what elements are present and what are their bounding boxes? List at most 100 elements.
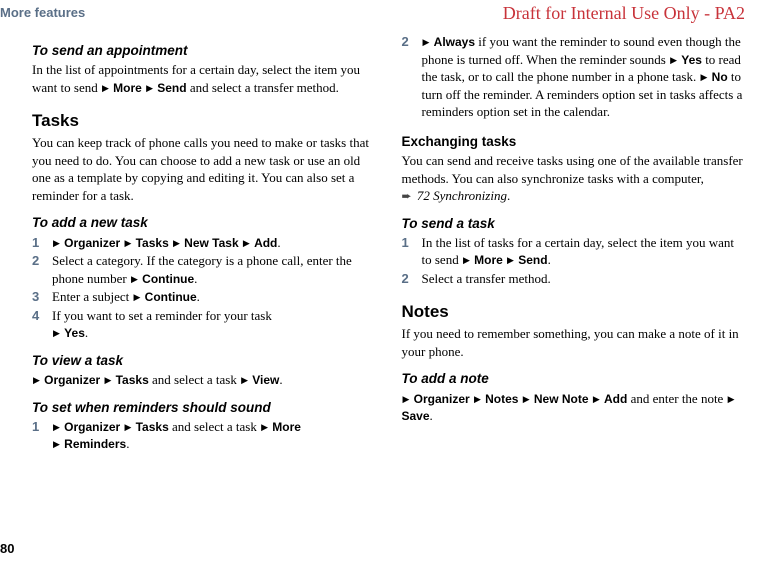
step-row: 4 If you want to set a reminder for your… (32, 307, 376, 342)
menu-new-note: New Note (534, 392, 589, 406)
menu-arrow-icon: ▶ (727, 394, 736, 404)
step-number: 2 (402, 270, 422, 288)
menu-arrow-icon: ▶ (32, 375, 41, 385)
heading-add-new-task: To add a new task (32, 214, 376, 232)
menu-yes: Yes (681, 53, 702, 67)
menu-arrow-icon: ▶ (101, 83, 110, 93)
xref-arrow-icon: ➨ (402, 189, 412, 203)
step-row: 1 In the list of tasks for a certain day… (402, 234, 746, 269)
menu-arrow-icon: ▶ (52, 328, 61, 338)
menu-arrow-icon: ▶ (260, 422, 269, 432)
para-view-task: ▶ Organizer ▶ Tasks and select a task ▶ … (32, 371, 376, 389)
menu-continue: Continue (142, 272, 194, 286)
menu-more: More (113, 81, 142, 95)
heading-add-note: To add a note (402, 370, 746, 388)
menu-arrow-icon: ▶ (473, 394, 482, 404)
section-header: More features (0, 4, 85, 22)
menu-arrow-icon: ▶ (145, 83, 154, 93)
para-tasks: You can keep track of phone calls you ne… (32, 134, 376, 204)
menu-arrow-icon: ▶ (103, 375, 112, 385)
menu-arrow-icon: ▶ (522, 394, 531, 404)
xref-text: 72 Synchronizing (417, 188, 507, 203)
heading-notes: Notes (402, 301, 746, 324)
menu-no: No (712, 70, 728, 84)
heading-send-appointment: To send an appointment (32, 42, 376, 60)
step-row: 1 ▶ Organizer ▶ Tasks and select a task … (32, 418, 376, 453)
menu-send: Send (157, 81, 186, 95)
heading-send-task: To send a task (402, 215, 746, 233)
menu-organizer: Organizer (64, 420, 120, 434)
menu-add: Add (604, 392, 627, 406)
para-notes: If you need to remember something, you c… (402, 325, 746, 360)
para-exchanging: You can send and receive tasks using one… (402, 152, 746, 187)
menu-arrow-icon: ▶ (133, 292, 142, 302)
step-body: Select a transfer method. (422, 270, 746, 288)
menu-more: More (474, 253, 503, 267)
menu-arrow-icon: ▶ (240, 375, 249, 385)
menu-notes: Notes (485, 392, 518, 406)
menu-view: View (252, 373, 279, 387)
menu-arrow-icon: ▶ (172, 238, 181, 248)
menu-reminders: Reminders (64, 437, 126, 451)
step-row: 2 Select a transfer method. (402, 270, 746, 288)
text: Select a category. If the category is a … (52, 253, 352, 286)
menu-arrow-icon: ▶ (52, 439, 61, 449)
menu-organizer: Organizer (44, 373, 100, 387)
step-body: ▶ Organizer ▶ Tasks ▶ New Task ▶ Add. (52, 234, 376, 252)
menu-arrow-icon: ▶ (699, 72, 708, 82)
menu-add: Add (254, 236, 277, 250)
step-row: 2 Select a category. If the category is … (32, 252, 376, 287)
step-number: 1 (32, 234, 52, 252)
watermark: Draft for Internal Use Only - PA2 (503, 1, 745, 25)
step-body: ▶ Always if you want the reminder to sou… (422, 33, 746, 121)
menu-arrow-icon: ▶ (123, 238, 132, 248)
menu-tasks: Tasks (136, 420, 169, 434)
page-number: 80 (0, 540, 14, 558)
step-number: 2 (402, 33, 422, 121)
step-number: 3 (32, 288, 52, 306)
menu-arrow-icon: ▶ (506, 255, 515, 265)
menu-continue: Continue (145, 290, 197, 304)
step-number: 1 (32, 418, 52, 453)
menu-organizer: Organizer (414, 392, 470, 406)
menu-yes: Yes (64, 326, 85, 340)
heading-tasks: Tasks (32, 110, 376, 133)
left-column: To send an appointment In the list of ap… (18, 4, 376, 454)
menu-arrow-icon: ▶ (52, 422, 61, 432)
text: Enter a subject (52, 289, 133, 304)
step-row: 3 Enter a subject ▶ Continue. (32, 288, 376, 306)
menu-tasks: Tasks (136, 236, 169, 250)
right-column: 2 ▶ Always if you want the reminder to s… (402, 4, 746, 454)
text: and select a transfer method. (187, 80, 339, 95)
menu-arrow-icon: ▶ (242, 238, 251, 248)
menu-send: Send (518, 253, 547, 267)
para-add-note: ▶ Organizer ▶ Notes ▶ New Note ▶ Add and… (402, 390, 746, 425)
step-row: 2 ▶ Always if you want the reminder to s… (402, 33, 746, 121)
menu-arrow-icon: ▶ (592, 394, 601, 404)
page-body: To send an appointment In the list of ap… (0, 0, 763, 454)
text: and enter the note (627, 391, 726, 406)
menu-new-task: New Task (184, 236, 238, 250)
menu-arrow-icon: ▶ (52, 238, 61, 248)
menu-always: Always (434, 35, 475, 49)
step-number: 4 (32, 307, 52, 342)
step-row: 1 ▶ Organizer ▶ Tasks ▶ New Task ▶ Add. (32, 234, 376, 252)
step-number: 2 (32, 252, 52, 287)
text: If you want to set a reminder for your t… (52, 308, 272, 323)
menu-more: More (272, 420, 301, 434)
menu-arrow-icon: ▶ (130, 274, 139, 284)
menu-arrow-icon: ▶ (422, 37, 431, 47)
step-body: If you want to set a reminder for your t… (52, 307, 376, 342)
menu-arrow-icon: ▶ (402, 394, 411, 404)
menu-arrow-icon: ▶ (123, 422, 132, 432)
heading-set-reminders: To set when reminders should sound (32, 399, 376, 417)
heading-view-task: To view a task (32, 352, 376, 370)
heading-exchanging-tasks: Exchanging tasks (402, 133, 746, 151)
step-body: Select a category. If the category is a … (52, 252, 376, 287)
xref-line: ➨ 72 Synchronizing. (402, 187, 746, 205)
menu-arrow-icon: ▶ (669, 55, 678, 65)
text: and select a task (149, 372, 240, 387)
para-send-appointment: In the list of appointments for a certai… (32, 61, 376, 96)
text: and select a task (169, 419, 260, 434)
step-body: Enter a subject ▶ Continue. (52, 288, 376, 306)
